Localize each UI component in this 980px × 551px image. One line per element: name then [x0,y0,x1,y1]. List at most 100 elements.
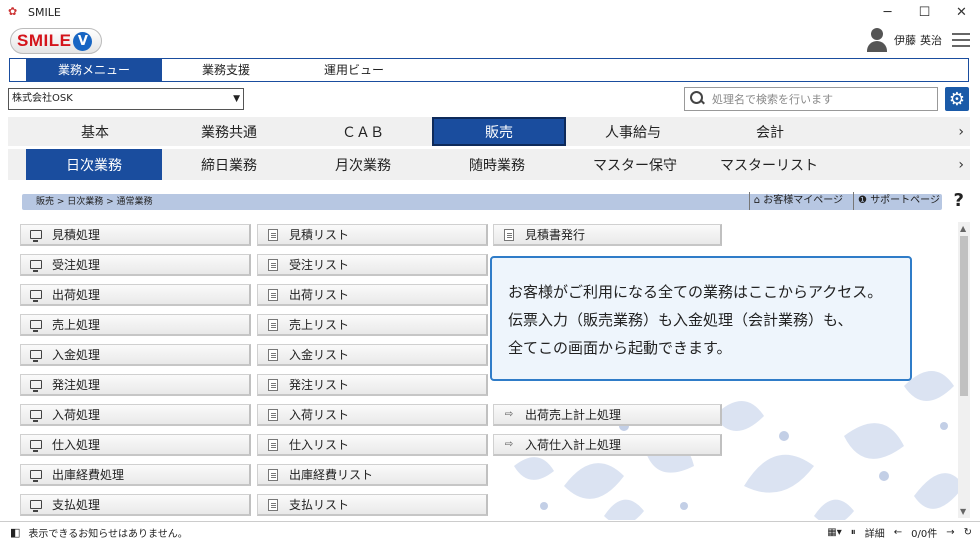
detail-button[interactable]: 詳細 [865,525,885,540]
subcategory-monthly[interactable]: 月次業務 [296,149,430,180]
menu-item-payment-receive[interactable]: 入金処理 [20,344,251,366]
menu-item-order-process[interactable]: 受注処理 [20,254,251,276]
menu-item-recv-purchase-post[interactable]: ⇨ 入荷仕入計上処理 [493,434,722,456]
refresh-icon[interactable]: ↻ [964,527,972,538]
subcategory-anytime[interactable]: 随時業務 [430,149,564,180]
menu-item-receipt-list[interactable]: 入金リスト [257,344,488,366]
logo-text: SMILE [17,31,72,50]
chevron-right-icon[interactable]: › [958,157,964,173]
content-scrollbar[interactable]: ▲ ▼ [958,222,970,518]
window-title: SMILE [28,5,61,19]
subcategory-daily[interactable]: 日次業務 [26,149,162,180]
menu-item-ship-sales-post[interactable]: ⇨ 出荷売上計上処理 [493,404,722,426]
menu-item-shipping-process[interactable]: 出荷処理 [20,284,251,306]
menu-item-payment-list[interactable]: 支払リスト [257,494,488,516]
window-controls: ─ ☐ ✕ [869,0,980,24]
scroll-up-icon[interactable]: ▲ [960,224,966,233]
menu-item-quote-issue[interactable]: 見積書発行 [493,224,722,246]
menu-item-issue-expense[interactable]: 出庫経費処理 [20,464,251,486]
menu-item-receiving-list[interactable]: 入荷リスト [257,404,488,426]
title-bar: ✿ SMILE ─ ☐ ✕ [0,0,980,24]
customer-mypage-link[interactable]: ⌂ お客様マイページ [748,192,843,210]
chevron-right-icon[interactable]: › [958,124,964,140]
menu-item-order-list[interactable]: 受注リスト [257,254,488,276]
menu-item-purchase-list[interactable]: 仕入リスト [257,434,488,456]
scroll-down-icon[interactable]: ▼ [960,507,966,516]
monitor-icon [29,319,43,332]
status-message: 表示できるお知らせはありません。 [28,529,188,540]
menu-item-purchasing[interactable]: 仕入処理 [20,434,251,456]
calendar-icon[interactable]: ▦▾ [827,527,841,538]
support-page-link[interactable]: ❶ サポートページ [853,192,940,210]
help-icon[interactable]: ? [954,190,964,211]
menu-item-quote-process[interactable]: 見積処理 [20,224,251,246]
menu-item-quote-list[interactable]: 見積リスト [257,224,488,246]
menu-item-payment[interactable]: 支払処理 [20,494,251,516]
status-bar: ◧ 表示できるお知らせはありません。 ▦▾ ⏸ 詳細 ← 0/0件 → ↻ [0,521,980,543]
menu-item-label: 受注リスト [289,258,350,272]
close-button[interactable]: ✕ [943,0,980,24]
subcategory-closing[interactable]: 締日業務 [162,149,296,180]
menu-item-label: 支払処理 [52,498,101,512]
search-icon [690,91,706,107]
menu-item-po-list[interactable]: 発注リスト [257,374,488,396]
document-icon [266,498,280,511]
document-icon [266,288,280,301]
tab-business-support[interactable]: 業務支援 [162,59,290,81]
smile-logo: SMILE V [10,28,102,54]
minimize-button[interactable]: ─ [869,0,906,24]
menu-item-sales-process[interactable]: 売上処理 [20,314,251,336]
menu-item-shipping-list[interactable]: 出荷リスト [257,284,488,306]
menu-item-label: 売上リスト [289,318,350,332]
document-icon [266,318,280,331]
avatar-icon [866,27,888,53]
document-icon [266,468,280,481]
menu-item-label: 入荷仕入計上処理 [525,438,622,452]
scrollbar-thumb[interactable] [960,236,968,396]
category-accounting[interactable]: 会計 [700,117,840,146]
collapse-left-icon[interactable]: ◧ [10,526,20,539]
document-icon [266,438,280,451]
category-hr-payroll[interactable]: 人事給与 [566,117,700,146]
company-select[interactable]: 株式会社OSK ▼ [8,88,244,110]
category-common[interactable]: 業務共通 [162,117,296,146]
menu-item-label: 入荷リスト [289,408,350,422]
menu-item-sales-list[interactable]: 売上リスト [257,314,488,336]
category-cab[interactable]: ＣＡＢ [296,117,430,146]
tab-business-menu[interactable]: 業務メニュー [26,59,162,81]
search-input[interactable]: 処理名で検索を行います [712,91,833,107]
menu-item-label: 仕入リスト [289,438,350,452]
logo-v-icon: V [73,31,93,51]
tab-operation-view[interactable]: 運用ビュー [290,59,418,81]
subcategory-master-maint[interactable]: マスター保守 [564,149,706,180]
category-sales[interactable]: 販売 [432,117,566,146]
monitor-icon [29,289,43,302]
pause-icon[interactable]: ⏸ [851,527,856,538]
menu-item-label: 入荷処理 [52,408,101,422]
menu-item-label: 見積書発行 [525,228,586,242]
user-first-name: 英治 [920,34,942,47]
menu-item-purchase-order[interactable]: 発注処理 [20,374,251,396]
notice-count: 0/0件 [911,529,938,540]
document-icon [266,408,280,421]
settings-gear-icon[interactable]: ⚙ [945,87,969,111]
category-basic[interactable]: 基本 [28,117,162,146]
arrow-right-icon[interactable]: → [946,527,954,538]
search-box[interactable]: 処理名で検索を行います [684,87,938,111]
menu-item-receiving[interactable]: 入荷処理 [20,404,251,426]
monitor-icon [29,379,43,392]
monitor-icon [29,349,43,362]
maximize-button[interactable]: ☐ [906,0,943,24]
arrow-left-icon[interactable]: ← [894,527,902,538]
menu-item-label: 支払リスト [289,498,350,512]
hamburger-menu-icon[interactable] [952,33,970,47]
menu-item-label: 受注処理 [52,258,101,272]
main-tabs: 業務メニュー 業務支援 運用ビュー [9,58,969,82]
info-callout: お客様がご利用になる全ての業務はここからアクセス。 伝票入力（販売業務）も入金処… [490,256,912,381]
info-line-2: 伝票入力（販売業務）も入金処理（会計業務）も、 [508,311,853,329]
export-icon: ⇨ [504,439,514,450]
menu-item-label: 入金処理 [52,348,101,362]
menu-item-expense-list[interactable]: 出庫経費リスト [257,464,488,486]
subcategory-master-list[interactable]: マスターリスト [706,149,832,180]
document-icon [266,228,280,241]
